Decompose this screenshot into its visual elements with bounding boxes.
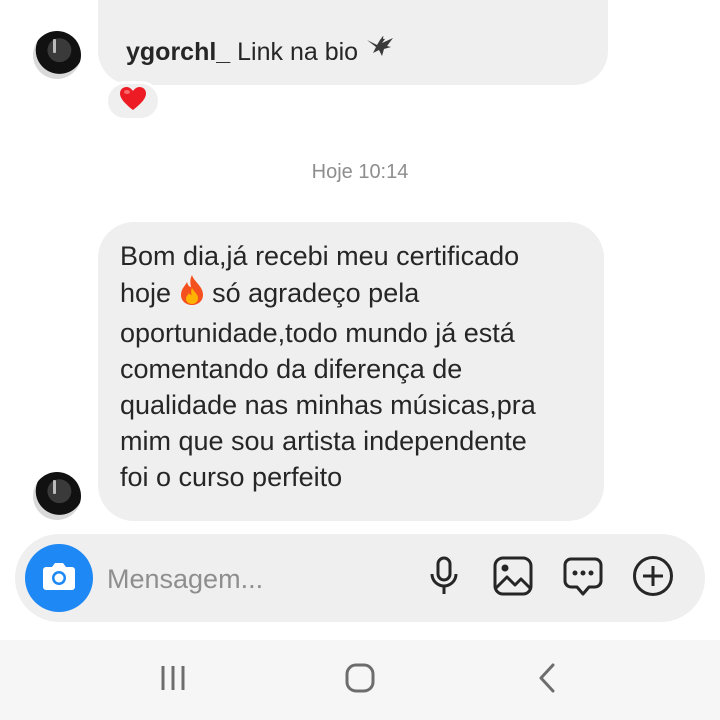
message-input[interactable] xyxy=(107,559,407,599)
timestamp: Hoje 10:14 xyxy=(311,161,409,183)
plus-circle-icon xyxy=(632,555,674,602)
reply-text: Link na bio xyxy=(237,38,359,66)
image-icon xyxy=(493,556,533,601)
chat-bubble-icon xyxy=(563,556,603,601)
message-line: mim que sou artista independente xyxy=(120,426,527,456)
message-line: oportunidade,todo mundo já está xyxy=(120,318,515,348)
avatar[interactable] xyxy=(33,472,81,520)
heart-icon xyxy=(119,86,147,117)
fire-icon xyxy=(179,274,205,315)
recent-apps-icon xyxy=(158,664,188,697)
microphone-icon xyxy=(429,556,459,601)
camera-icon xyxy=(41,560,77,597)
eagle-icon xyxy=(365,36,395,66)
message-fragment: hoje xyxy=(120,278,172,308)
message-text: Bom dia,já recebi meu certificado hoje s… xyxy=(120,238,590,495)
system-navigation-bar xyxy=(0,640,720,720)
camera-button[interactable] xyxy=(25,544,93,612)
chevron-left-icon xyxy=(537,663,557,698)
message-composer xyxy=(15,534,705,622)
avatar[interactable] xyxy=(33,31,81,79)
message-line: hoje só agradeço pela xyxy=(120,274,590,315)
message-fragment: só agradeço pela xyxy=(212,278,420,308)
message-line: comentando da diferença de xyxy=(120,354,463,384)
message-line: qualidade nas minhas músicas,pra xyxy=(120,390,536,420)
recent-apps-button[interactable] xyxy=(148,660,198,700)
add-button[interactable] xyxy=(631,555,675,602)
reaction-badge[interactable] xyxy=(105,81,161,121)
gallery-button[interactable] xyxy=(491,556,535,600)
reply-preview: ygorchl_ Link na bio xyxy=(126,34,395,67)
back-button[interactable] xyxy=(522,660,572,700)
message-line: foi o curso perfeito xyxy=(120,462,343,492)
message-line: Bom dia,já recebi meu certificado xyxy=(120,241,520,271)
sticker-button[interactable] xyxy=(561,556,605,600)
home-button[interactable] xyxy=(335,660,385,700)
reply-username: ygorchl_ xyxy=(126,38,231,66)
microphone-button[interactable] xyxy=(422,556,466,600)
home-icon xyxy=(344,662,376,699)
